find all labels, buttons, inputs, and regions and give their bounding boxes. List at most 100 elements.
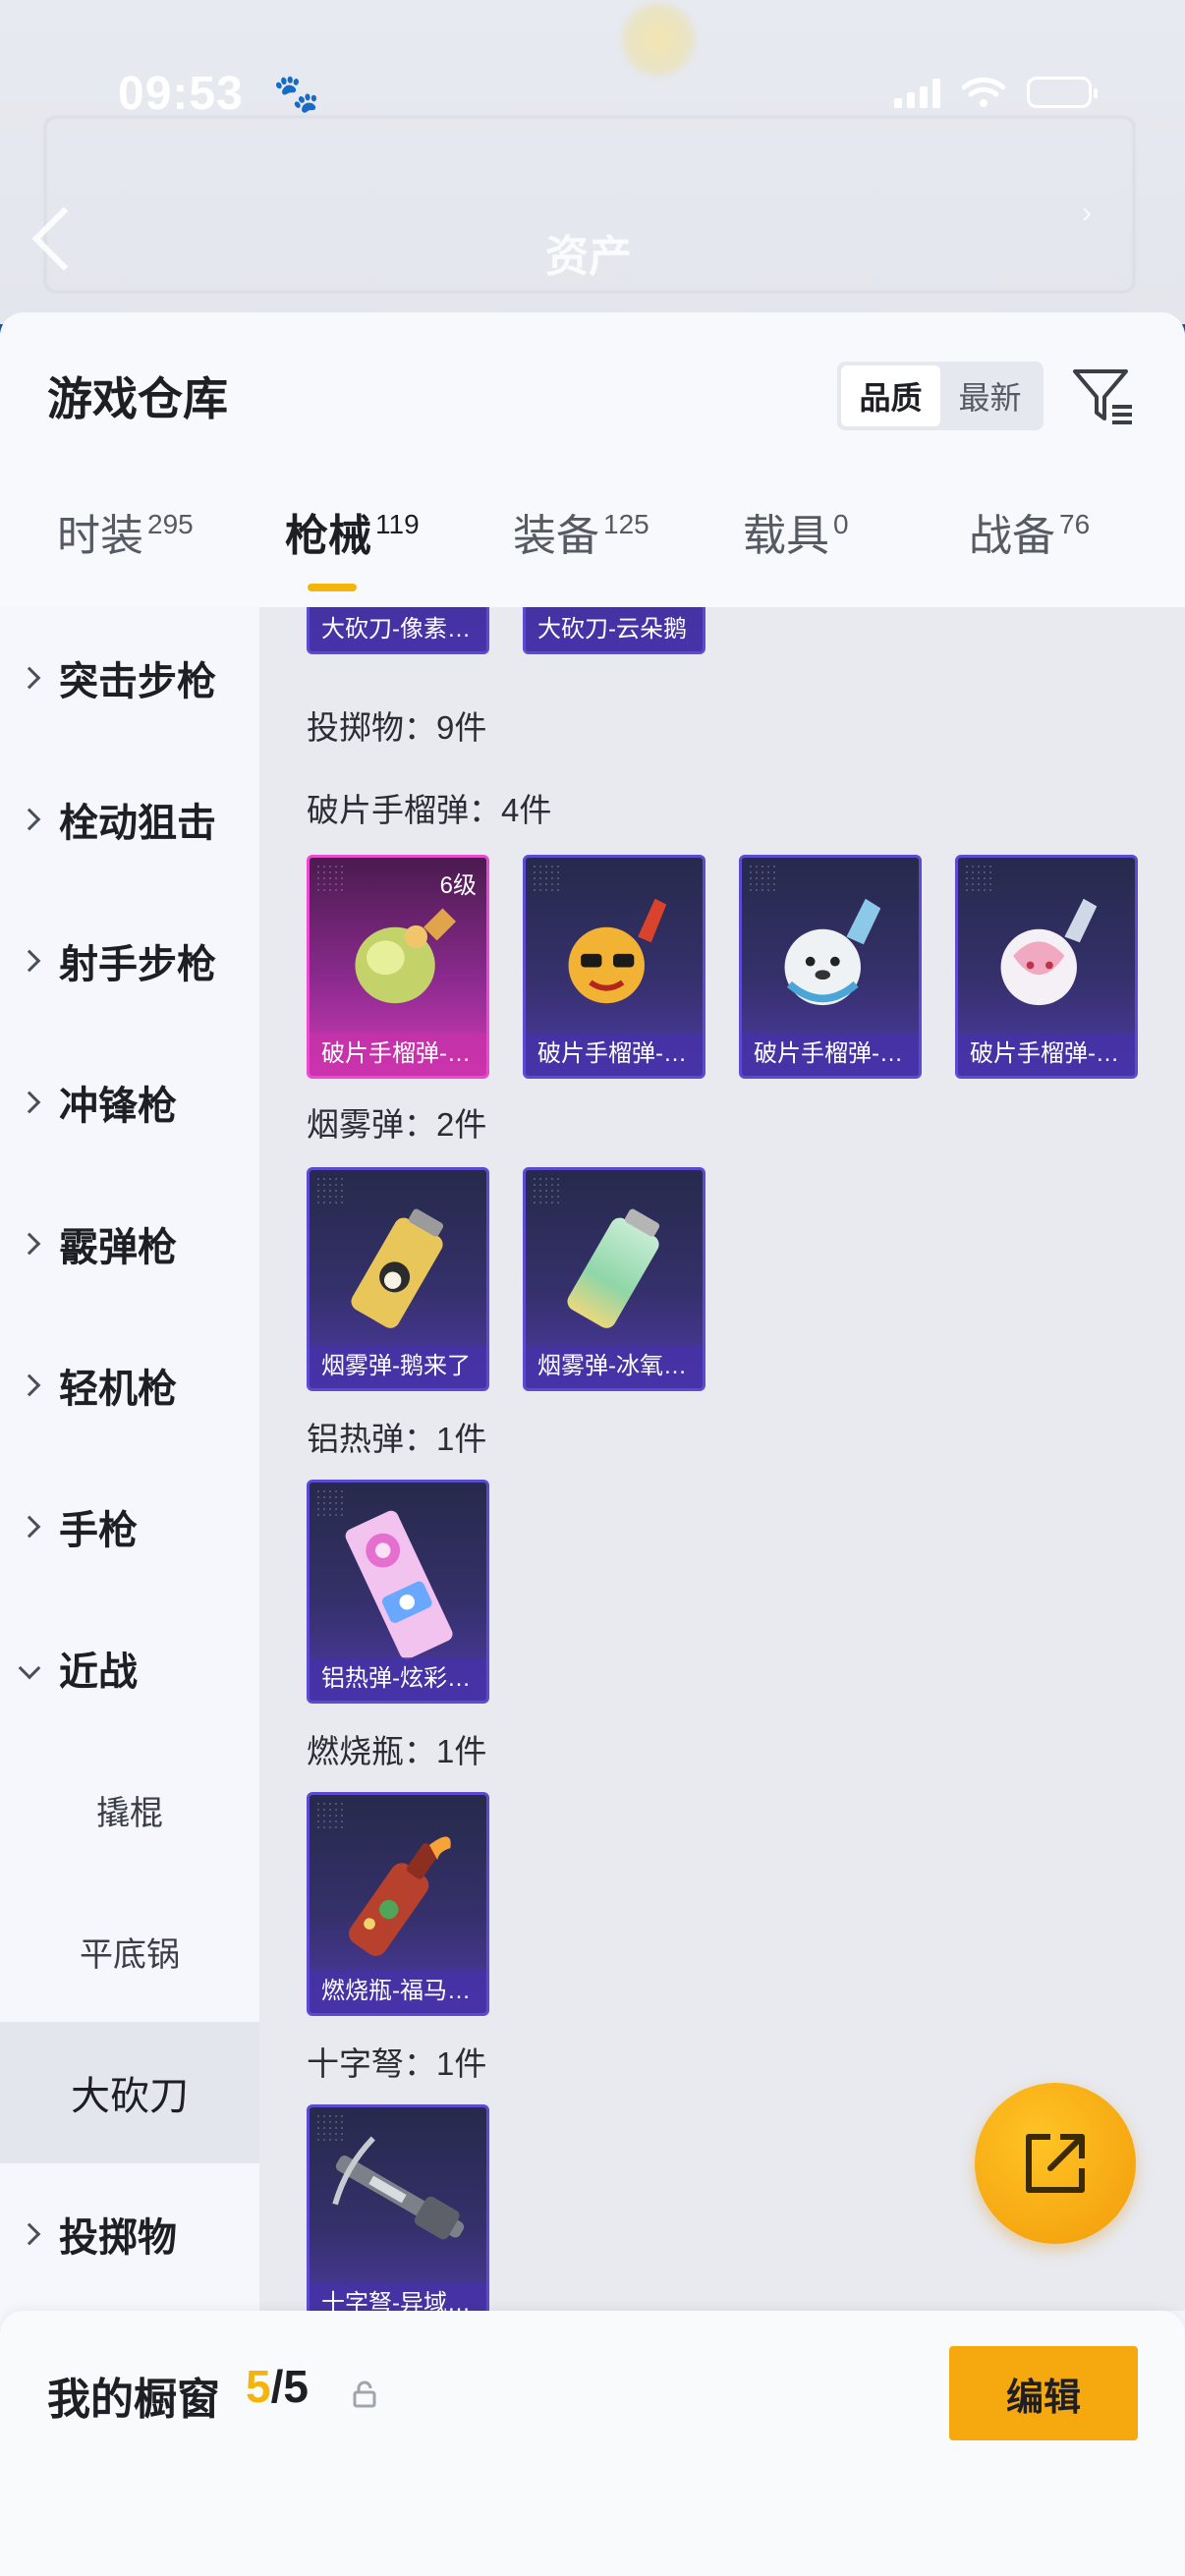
- grenade-icon: [568, 898, 667, 1004]
- nav-item-lmg[interactable]: 轻机枪: [0, 1315, 259, 1456]
- tab-count: 0: [833, 509, 849, 539]
- nav-item-label: 冲锋枪: [59, 1085, 177, 1128]
- nav-item-bolt-sniper[interactable]: 栓动狙击: [0, 749, 259, 890]
- background-page-title: 资产: [545, 233, 632, 281]
- item-card[interactable]: 烟雾弹-冰氧…: [523, 1167, 705, 1391]
- nav-item-label: 近战: [59, 1651, 138, 1694]
- category-tabs: 时装 295 枪械 119 装备 125 载具 0 战备 76: [0, 499, 1185, 607]
- nav-item-pistol[interactable]: 手枪: [0, 1456, 259, 1597]
- category-title: 投掷物：9件: [307, 709, 487, 746]
- sort-option-quality[interactable]: 品质: [841, 365, 940, 426]
- item-card[interactable]: 大砍刀-像素…: [307, 607, 489, 654]
- nav-item-label: 手枪: [59, 1509, 138, 1552]
- nav-item-label: 霰弹枪: [59, 1226, 177, 1269]
- status-icons: [894, 77, 1098, 108]
- grenade-icon: [1000, 898, 1098, 1006]
- item-name: 破片手榴弹-…: [526, 1033, 703, 1076]
- edit-button[interactable]: 编辑: [949, 2346, 1138, 2440]
- section-title: 烟雾弹：2件: [307, 1106, 487, 1143]
- item-name: 破片手榴弹-…: [310, 1033, 486, 1076]
- nav-item-label: 投掷物: [59, 2216, 177, 2260]
- item-card[interactable]: 十字弩-异域…: [307, 2104, 489, 2311]
- thermite-grenade-icon: [345, 1510, 453, 1659]
- item-card[interactable]: 烟雾弹-鹅来了: [307, 1167, 489, 1391]
- item-name: 大砍刀-云朵鹅: [526, 608, 703, 651]
- sort-toggle: 品质 最新: [837, 362, 1044, 430]
- item-name: 铝热弹-炫彩…: [310, 1657, 486, 1701]
- nav-item-smg[interactable]: 冲锋枪: [0, 1032, 259, 1173]
- tab-count: 119: [375, 509, 420, 539]
- warehouse-sheet: 游戏仓库 品质 最新 时装 295 枪械 119 装备 125 载具 0 战备 …: [0, 312, 1185, 2576]
- tab-count: 76: [1059, 509, 1091, 539]
- item-card[interactable]: 燃烧瓶-福马…: [307, 1792, 489, 2016]
- lock-icon: [353, 2380, 376, 2408]
- chevron-right-icon: ›: [1082, 196, 1092, 229]
- status-time: 09:53: [118, 68, 244, 120]
- item-card[interactable]: 大砍刀-云朵鹅: [523, 607, 705, 654]
- showcase-footer: 我的橱窗 5/5 编辑: [0, 2311, 1185, 2576]
- item-name: 燃烧瓶-福马…: [310, 1970, 486, 2013]
- grenade-icon: [784, 898, 881, 1006]
- nav-sub-frying-pan[interactable]: 平底锅: [0, 1880, 259, 2022]
- tab-vehicles[interactable]: 载具 0: [743, 499, 849, 607]
- showcase-count: 5/5: [246, 2360, 309, 2413]
- chevron-right-icon: [18, 1515, 41, 1539]
- sheet-header: 游戏仓库 品质 最新 时装 295 枪械 119 装备 125 载具 0 战备 …: [0, 312, 1185, 607]
- tab-count: 295: [147, 509, 194, 539]
- tab-equipment[interactable]: 装备 125: [513, 499, 649, 607]
- item-name: 破片手榴弹-…: [742, 1033, 919, 1076]
- item-card[interactable]: 铝热弹-炫彩…: [307, 1480, 489, 1704]
- signal-icon: [894, 77, 940, 108]
- showcase-total: 5: [283, 2361, 309, 2412]
- section-title: 破片手榴弹：4件: [307, 792, 552, 828]
- item-name: 烟雾弹-鹅来了: [310, 1345, 486, 1388]
- crossbow-icon: [332, 2136, 465, 2240]
- tab-supplies[interactable]: 战备 76: [969, 499, 1090, 607]
- item-card[interactable]: 破片手榴弹-…: [523, 855, 705, 1079]
- chevron-right-icon: [18, 666, 41, 690]
- chevron-down-icon: [18, 1656, 41, 1680]
- nav-item-melee[interactable]: 近战: [0, 1597, 259, 1739]
- wifi-icon: [962, 77, 1005, 107]
- item-card[interactable]: 破片手榴弹-…: [739, 855, 922, 1079]
- nav-sub-machete[interactable]: 大砍刀: [0, 2022, 259, 2163]
- tab-label: 时装: [57, 512, 143, 560]
- nav-item-marksman-rifle[interactable]: 射手步枪: [0, 890, 259, 1032]
- side-nav: 突击步枪 栓动狙击 射手步枪 冲锋枪 霰弹枪 轻机枪 手枪 近战 撬棍 平底锅 …: [0, 607, 259, 2311]
- share-button[interactable]: [975, 2083, 1136, 2244]
- paw-icon: 🐾: [273, 74, 320, 115]
- chevron-right-icon: [18, 949, 41, 973]
- section-title: 铝热弹：1件: [307, 1421, 487, 1457]
- section-title: 燃烧瓶：1件: [307, 1733, 487, 1769]
- sort-option-newest[interactable]: 最新: [940, 365, 1040, 426]
- smoke-grenade-icon: [567, 1208, 660, 1328]
- nav-item-assault-rifle[interactable]: 突击步枪: [0, 607, 259, 749]
- showcase-separator: /: [270, 2361, 284, 2412]
- background-page: 09:53 🐾 资产 ›: [0, 0, 1185, 324]
- chevron-right-icon: [18, 1091, 41, 1114]
- item-grid: 大砍刀-像素… 大砍刀-云朵鹅 投掷物：9件 破片手榴弹：4件 6级 破片手榴弹…: [259, 607, 1185, 2311]
- item-name: 大砍刀-像素…: [310, 608, 486, 651]
- item-name: 烟雾弹-冰氧…: [526, 1345, 703, 1388]
- item-name: 十字弩-异域…: [310, 2282, 486, 2311]
- tab-label: 战备: [969, 512, 1055, 560]
- section-title: 十字弩：1件: [307, 2045, 487, 2082]
- level-badge: 6级: [439, 872, 477, 899]
- smoke-grenade-icon: [351, 1208, 444, 1328]
- sheet-title: 游戏仓库: [47, 373, 228, 424]
- item-card[interactable]: 破片手榴弹-…: [955, 855, 1138, 1079]
- share-external-icon: [1026, 2134, 1085, 2193]
- background-flame-icon: [619, 0, 698, 79]
- filter-icon[interactable]: [1069, 362, 1138, 430]
- item-card[interactable]: 6级 破片手榴弹-…: [307, 855, 489, 1079]
- molotov-icon: [349, 1836, 451, 1956]
- chevron-right-icon: [18, 1232, 41, 1256]
- nav-sub-crowbar[interactable]: 撬棍: [0, 1739, 259, 1880]
- chevron-right-icon: [18, 808, 41, 831]
- nav-item-label: 轻机枪: [59, 1368, 177, 1411]
- nav-item-throwables[interactable]: 投掷物: [0, 2163, 259, 2305]
- tab-label: 载具: [743, 512, 829, 560]
- tab-fashion[interactable]: 时装 295: [57, 499, 194, 607]
- nav-item-shotgun[interactable]: 霰弹枪: [0, 1173, 259, 1315]
- nav-item-label: 射手步枪: [59, 943, 216, 986]
